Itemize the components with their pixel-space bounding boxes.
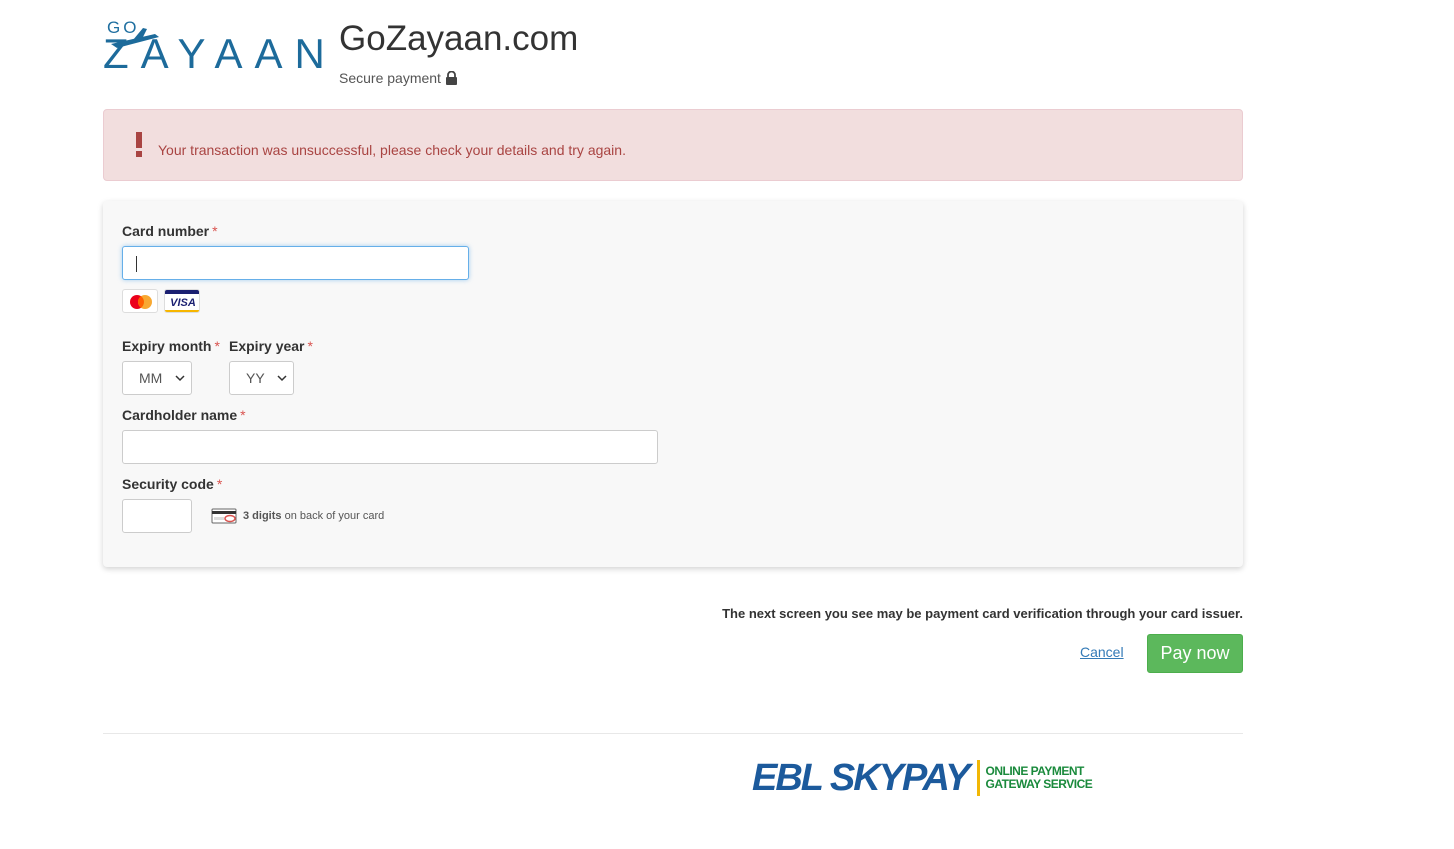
security-code-label-text: Security code — [122, 476, 214, 492]
text-caret — [136, 256, 137, 272]
ebl-skypay-brand: EBL SKYPAY — [752, 757, 970, 799]
tagline-line-2: GATEWAY SERVICE — [985, 777, 1093, 791]
expiry-month-label-text: Expiry month — [122, 338, 212, 354]
footer-divider — [103, 733, 1243, 734]
mastercard-icon — [122, 289, 158, 313]
security-code-hint: 3 digits on back of your card — [211, 507, 384, 525]
hint-rest: on back of your card — [284, 510, 385, 522]
cardholder-name-input[interactable] — [122, 430, 658, 464]
visa-text: VISA — [170, 297, 196, 309]
payment-form-panel: Card number * VISA Expiry month * MM Exp… — [103, 201, 1243, 567]
gozayaan-logo: GO ZAYAAN — [103, 18, 325, 76]
card-back-cvv-icon — [211, 508, 237, 524]
card-number-input[interactable] — [122, 246, 469, 280]
cardholder-name-label-text: Cardholder name — [122, 407, 238, 423]
pay-now-button[interactable]: Pay now — [1147, 634, 1243, 673]
hint-bold: 3 digits — [243, 510, 282, 522]
accepted-cards: VISA — [122, 289, 200, 313]
expiry-year-select[interactable]: YY — [229, 361, 294, 395]
chevron-down-icon — [277, 375, 287, 382]
visa-icon: VISA — [164, 289, 200, 313]
expiry-year-label: Expiry year * — [229, 338, 313, 354]
error-alert: Your transaction was unsuccessful, pleas… — [103, 109, 1243, 181]
cancel-link[interactable]: Cancel — [1080, 644, 1124, 660]
ebl-tagline: ONLINE PAYMENT GATEWAY SERVICE — [986, 765, 1093, 791]
required-marker: * — [240, 407, 246, 423]
required-marker: * — [307, 338, 313, 354]
chevron-down-icon — [175, 375, 185, 382]
logo-separator — [976, 760, 980, 796]
expiry-month-label: Expiry month * — [122, 338, 220, 354]
expiry-month-value: MM — [139, 370, 163, 386]
card-number-label-text: Card number — [122, 223, 210, 239]
site-title: GoZayaan.com — [339, 19, 579, 58]
cardholder-name-label: Cardholder name * — [122, 407, 246, 423]
expiry-month-select[interactable]: MM — [122, 361, 192, 395]
error-message: Your transaction was unsuccessful, pleas… — [158, 142, 626, 158]
secure-payment-label: Secure payment — [339, 70, 458, 86]
logo-word: ZAYAAN — [103, 30, 337, 77]
security-code-label: Security code * — [122, 476, 222, 492]
tagline-line-1: ONLINE PAYMENT — [985, 764, 1085, 778]
required-marker: * — [212, 223, 218, 239]
exclamation-icon — [136, 132, 142, 157]
required-marker: * — [214, 338, 220, 354]
expiry-year-value: YY — [246, 370, 265, 386]
card-number-label: Card number * — [122, 223, 218, 239]
ebl-skypay-logo: EBL SKYPAY ONLINE PAYMENT GATEWAY SERVIC… — [752, 757, 1093, 799]
verification-notice: The next screen you see may be payment c… — [722, 606, 1243, 621]
secure-payment-text: Secure payment — [339, 70, 441, 86]
lock-icon — [445, 71, 457, 85]
expiry-year-label-text: Expiry year — [229, 338, 305, 354]
security-code-input[interactable] — [122, 499, 192, 533]
required-marker: * — [216, 476, 223, 492]
